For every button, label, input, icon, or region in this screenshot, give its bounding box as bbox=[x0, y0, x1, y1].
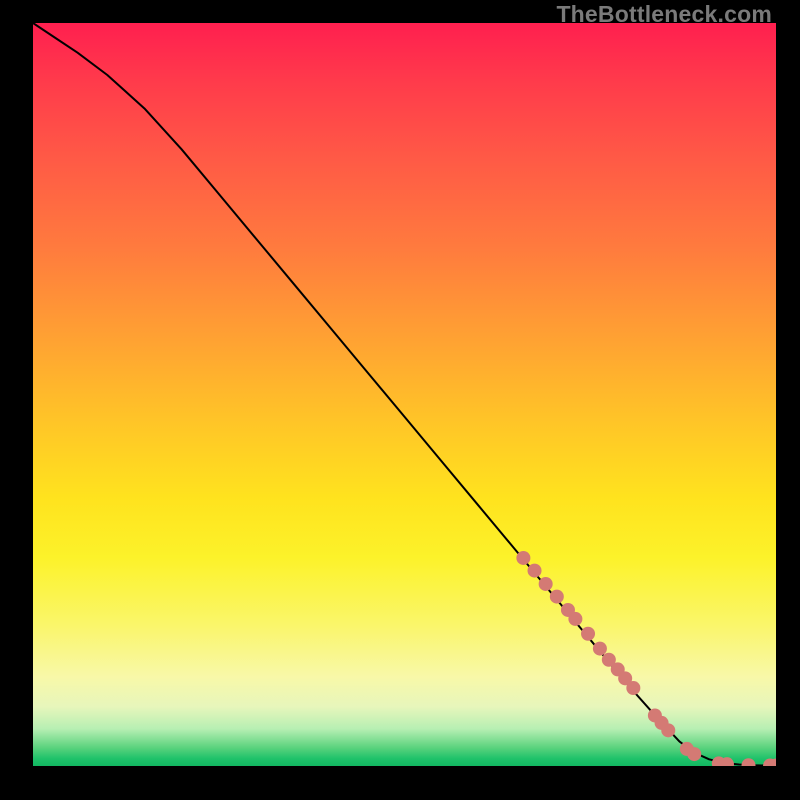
curve-marker bbox=[626, 681, 640, 695]
curve-marker bbox=[687, 747, 701, 761]
curve-marker bbox=[593, 642, 607, 656]
plot-area bbox=[33, 23, 776, 766]
curve-markers bbox=[516, 551, 776, 766]
bottleneck-curve bbox=[33, 23, 776, 766]
curve-layer bbox=[33, 23, 776, 766]
curve-marker bbox=[742, 758, 756, 766]
curve-marker bbox=[539, 577, 553, 591]
curve-marker bbox=[528, 564, 542, 578]
curve-marker bbox=[516, 551, 530, 565]
curve-marker bbox=[568, 612, 582, 626]
curve-marker bbox=[661, 723, 675, 737]
chart-frame: TheBottleneck.com bbox=[0, 0, 800, 800]
curve-marker bbox=[581, 627, 595, 641]
curve-marker bbox=[550, 590, 564, 604]
